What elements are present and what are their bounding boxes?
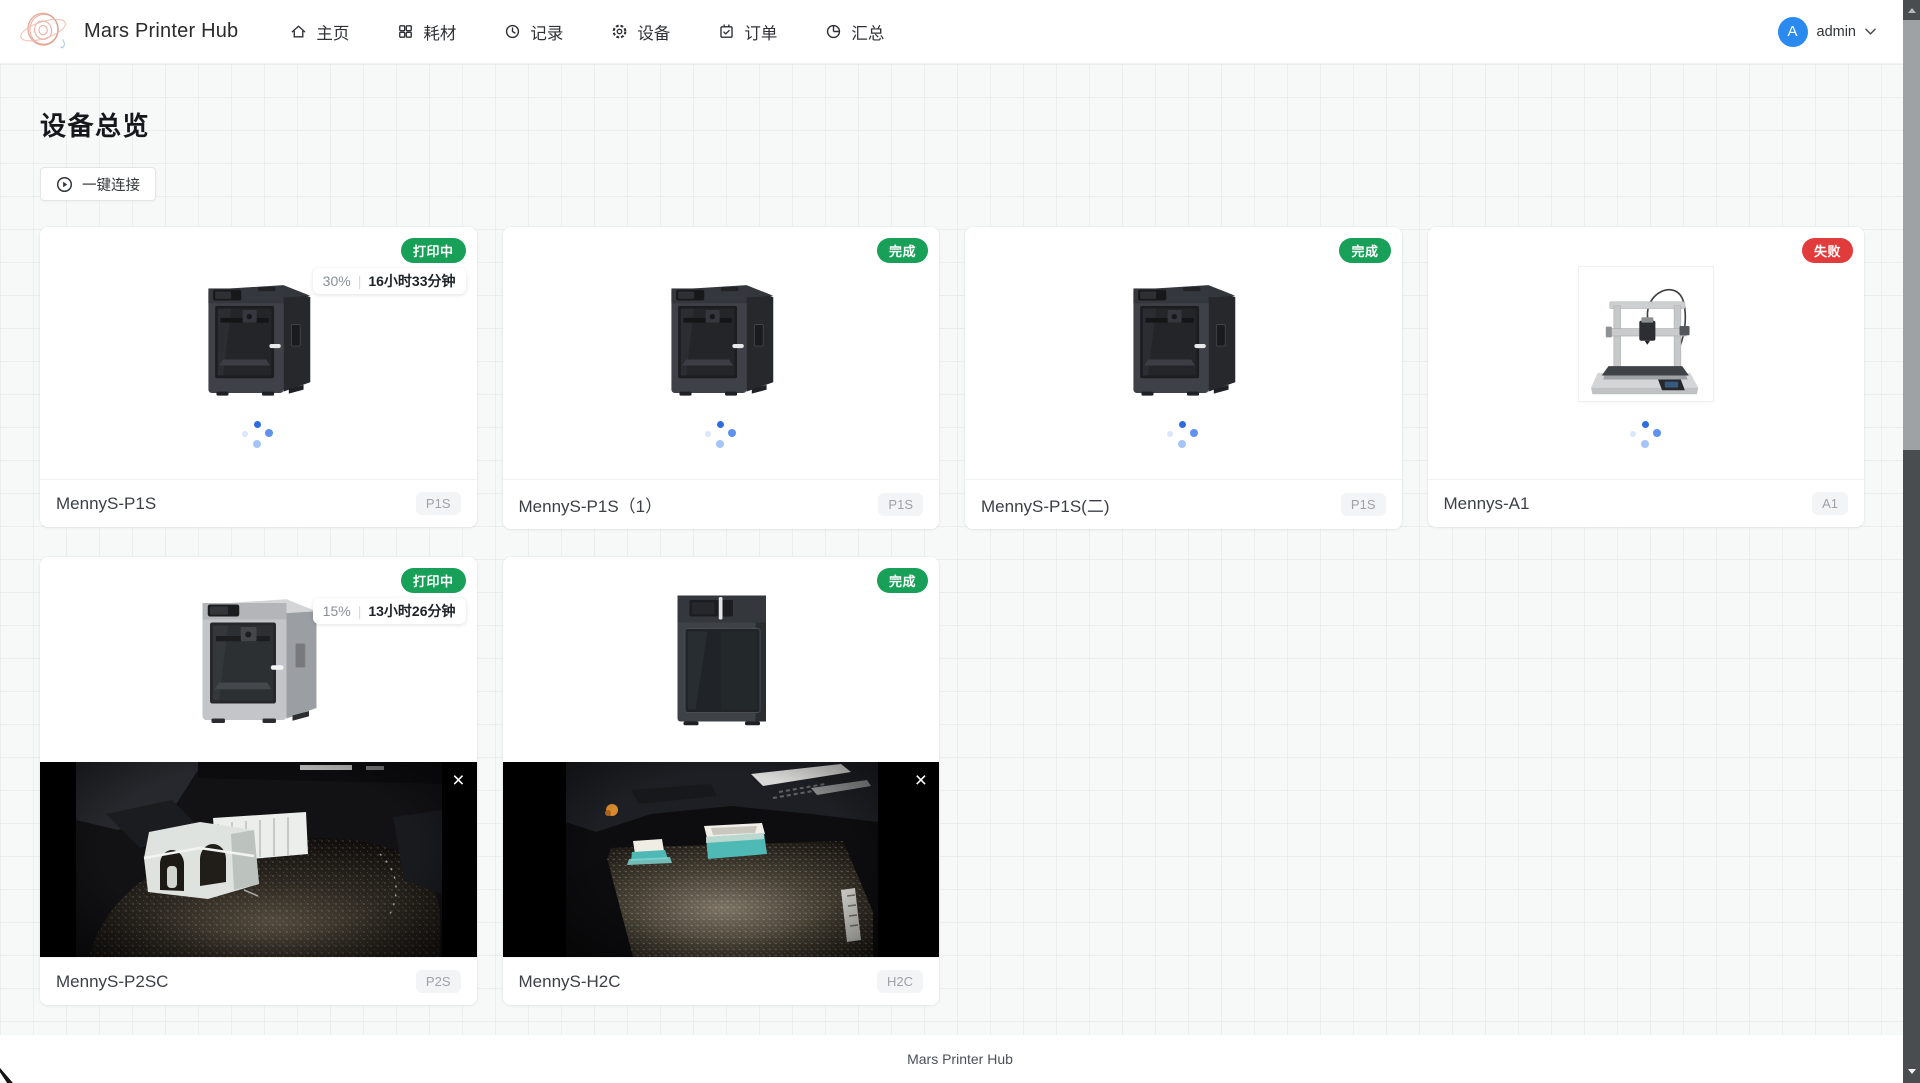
time-remaining: 16小时33分钟 <box>368 271 455 291</box>
page-title: 设备总览 <box>40 106 1864 143</box>
top-navbar: Mars Printer Hub 主页 耗材 记录 设备 订单 汇总 A admin <box>0 0 1920 64</box>
status-badge: 完成 <box>1339 238 1390 263</box>
device-card[interactable]: 失败 Mennys-A1 A1 <box>1428 227 1865 527</box>
printer-image-p1s <box>191 267 325 401</box>
loading-dots-spinner <box>1630 421 1662 449</box>
progress-pill: 30% | 16小时33分钟 <box>313 268 466 294</box>
connect-all-label: 一键连接 <box>82 174 140 195</box>
device-card-footer: MennyS-P1S（1） P1S <box>503 479 940 529</box>
progress-pill: 15% | 13小时26分钟 <box>313 598 466 624</box>
printer-image-p1s <box>654 267 788 401</box>
printer-image-a1 <box>1579 267 1713 401</box>
clock-icon <box>504 23 521 40</box>
nav-item-label: 设备 <box>637 20 670 44</box>
nav-item-label: 汇总 <box>851 20 884 44</box>
device-card[interactable]: 完成 MennyS-P1S(二) P1S <box>965 227 1402 529</box>
user-avatar[interactable]: A <box>1778 17 1808 47</box>
device-card-footer: Mennys-A1 A1 <box>1428 479 1865 527</box>
device-name: MennyS-P1S <box>56 494 156 514</box>
model-chip: A1 <box>1812 492 1848 515</box>
loading-dots-spinner <box>1167 421 1199 449</box>
status-badge: 完成 <box>877 568 928 593</box>
vertical-scrollbar[interactable] <box>1903 0 1920 1083</box>
main-nav: 主页 耗材 记录 设备 订单 汇总 <box>290 20 884 44</box>
nav-item-4[interactable]: 订单 <box>718 20 777 44</box>
device-name: MennyS-H2C <box>519 972 621 992</box>
device-card[interactable]: 完成 × MennyS-H2C H2C <box>503 557 940 1005</box>
model-chip: H2C <box>877 970 923 993</box>
nav-item-2[interactable]: 记录 <box>504 20 563 44</box>
nav-item-label: 耗材 <box>423 20 456 44</box>
scroll-up-button[interactable] <box>1903 2 1920 18</box>
time-remaining: 13小时26分钟 <box>368 601 455 621</box>
user-menu[interactable]: A admin <box>1778 17 1881 47</box>
order-icon <box>718 23 735 40</box>
nav-item-0[interactable]: 主页 <box>290 20 349 44</box>
brand-title: Mars Printer Hub <box>84 20 238 43</box>
pie-icon <box>825 23 842 40</box>
home-icon <box>290 23 307 40</box>
device-name: Mennys-A1 <box>1444 494 1530 514</box>
camera-feed-cathedral[interactable]: × <box>40 762 477 957</box>
footer-text: Mars Printer Hub <box>907 1051 1013 1067</box>
device-media: 失败 <box>1428 227 1865 479</box>
nav-item-5[interactable]: 汇总 <box>825 20 884 44</box>
status-badge: 完成 <box>877 238 928 263</box>
device-media: 打印中 15% | 13小时26分钟 <box>40 557 477 762</box>
grid-icon <box>397 23 414 40</box>
model-chip: P1S <box>416 492 461 515</box>
model-chip: P1S <box>878 493 923 516</box>
status-badge: 失败 <box>1802 238 1853 263</box>
progress-percent: 15% <box>323 603 351 619</box>
play-circle-icon <box>56 176 73 193</box>
printer-image-h2c <box>646 579 796 729</box>
device-card[interactable]: 打印中 15% | 13小时26分钟 × MennyS-P2SC P2S <box>40 557 477 1005</box>
printer-image-p1s <box>1116 267 1250 401</box>
progress-divider: | <box>358 603 362 619</box>
scroll-down-button[interactable] <box>1903 1063 1920 1079</box>
device-card[interactable]: 完成 MennyS-P1S（1） P1S <box>503 227 940 529</box>
device-card[interactable]: 打印中 30% | 16小时33分钟 MennyS-P1S P1S <box>40 227 477 527</box>
device-card-footer: MennyS-P2SC P2S <box>40 957 477 1005</box>
device-media: 完成 <box>503 227 940 479</box>
scrollbar-thumb[interactable] <box>1903 20 1920 450</box>
device-overview-page: 设备总览 一键连接 打印中30%|16小时33分钟MennyS-P1SP1S完成… <box>0 64 1920 1035</box>
site-footer: Mars Printer Hub <box>0 1035 1920 1083</box>
device-card-footer: MennyS-H2C H2C <box>503 957 940 1005</box>
nav-item-3[interactable]: 设备 <box>611 20 670 44</box>
device-media: 打印中 30% | 16小时33分钟 <box>40 227 477 479</box>
status-badge: 打印中 <box>401 568 466 593</box>
device-name: MennyS-P2SC <box>56 972 168 992</box>
device-card-footer: MennyS-P1S(二) P1S <box>965 479 1402 529</box>
nav-item-label: 订单 <box>744 20 777 44</box>
loading-dots-spinner <box>242 421 274 449</box>
connect-all-button[interactable]: 一键连接 <box>40 167 156 201</box>
close-camera-icon[interactable]: × <box>911 766 931 795</box>
nav-item-label: 主页 <box>316 20 349 44</box>
model-chip: P1S <box>1341 493 1386 516</box>
status-badge: 打印中 <box>401 238 466 263</box>
device-card-footer: MennyS-P1S P1S <box>40 479 477 527</box>
loading-dots-spinner <box>705 421 737 449</box>
chevron-down-icon <box>1865 28 1876 36</box>
model-chip: P2S <box>416 970 461 993</box>
gear-icon <box>611 23 628 40</box>
device-name: MennyS-P1S(二) <box>981 492 1109 517</box>
nav-item-label: 记录 <box>530 20 563 44</box>
device-card-grid: 打印中 30% | 16小时33分钟 MennyS-P1S P1S 完成 MennyS-P1S… <box>40 227 1864 1005</box>
user-name: admin <box>1817 24 1857 40</box>
device-media: 完成 <box>965 227 1402 479</box>
progress-divider: | <box>358 273 362 289</box>
camera-feed-boxes[interactable]: × <box>503 762 940 957</box>
app-logo-icon <box>16 4 72 60</box>
progress-percent: 30% <box>323 273 351 289</box>
printer-image-p2s <box>183 579 333 729</box>
close-camera-icon[interactable]: × <box>448 766 468 795</box>
nav-item-1[interactable]: 耗材 <box>397 20 456 44</box>
device-name: MennyS-P1S（1） <box>519 492 663 517</box>
device-media: 完成 <box>503 557 940 762</box>
